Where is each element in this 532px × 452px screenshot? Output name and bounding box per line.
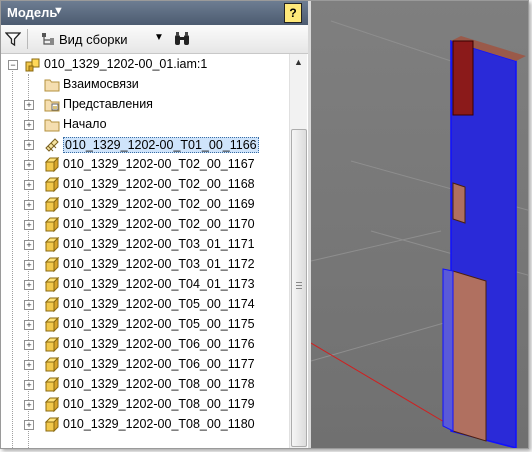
- expand-icon[interactable]: +: [24, 240, 34, 250]
- binoculars-icon[interactable]: [173, 31, 191, 47]
- expand-icon[interactable]: +: [24, 280, 34, 290]
- expand-icon[interactable]: +: [24, 100, 34, 110]
- tree-item-label: 010_1329_1202-00_T01_00_1166: [63, 137, 259, 153]
- part-icon: [44, 237, 60, 253]
- scroll-grip: [296, 285, 302, 286]
- panel-title-bar[interactable]: Модель ▼ ?: [1, 1, 308, 25]
- part-icon: [44, 217, 60, 233]
- window-frame: Модель ▼ ? Вид сборки ▼ − 010_1329_1202-…: [0, 0, 529, 449]
- expand-icon[interactable]: +: [24, 380, 34, 390]
- tree-item-label: 010_1329_1202-00_T02_00_1168: [63, 177, 255, 191]
- assembly-view-icon: [42, 33, 54, 45]
- tree-item-part[interactable]: +010_1329_1202-00_T08_00_1179: [1, 395, 289, 415]
- tree-item-label: 010_1329_1202-00_T02_00_1169: [63, 197, 255, 211]
- tree-item-label: Начало: [63, 117, 107, 131]
- assembly-icon: [25, 58, 40, 72]
- tree-item-label: 010_1329_1202-00_T06_00_1176: [63, 337, 255, 351]
- assembly-view-button[interactable]: Вид сборки: [41, 30, 128, 48]
- tree-item-label: 010_1329_1202-00_T03_01_1171: [63, 237, 255, 251]
- tree-item-label: 010_1329_1202-00_T02_00_1170: [63, 217, 255, 231]
- tree-item-label: 010_1329_1202-00_T08_00_1180: [63, 417, 255, 431]
- toolbar-separator: [27, 29, 28, 49]
- part-icon: [44, 177, 60, 193]
- tree-item-part[interactable]: +010_1329_1202-00_T05_00_1174: [1, 295, 289, 315]
- expand-icon[interactable]: +: [24, 420, 34, 430]
- expand-icon[interactable]: +: [24, 200, 34, 210]
- tree-item-part[interactable]: +010_1329_1202-00_T06_00_1176: [1, 335, 289, 355]
- tree-item-part[interactable]: +010_1329_1202-00_T03_01_1172: [1, 255, 289, 275]
- expand-icon[interactable]: +: [24, 400, 34, 410]
- part-icon: [44, 337, 60, 353]
- scroll-thumb[interactable]: [291, 129, 307, 447]
- tree-item-part[interactable]: +010_1329_1202-00_T01_00_1166: [1, 135, 289, 155]
- collapse-icon[interactable]: −: [8, 60, 18, 70]
- tree-item-label: Взаимосвязи: [63, 77, 139, 91]
- tree-item-label: 010_1329_1202-00_T08_00_1179: [63, 397, 255, 411]
- expand-icon[interactable]: +: [24, 140, 34, 150]
- scroll-up-icon[interactable]: ▲: [294, 57, 303, 67]
- tree-root[interactable]: − 010_1329_1202-00_01.iam:1: [1, 55, 289, 75]
- tree-item-label: 010_1329_1202-00_T04_01_1173: [63, 277, 255, 291]
- view-label: Вид сборки: [59, 31, 128, 47]
- part-icon: [44, 377, 60, 393]
- title-dropdown-icon[interactable]: ▼: [53, 5, 64, 17]
- part-edit-icon: [45, 138, 59, 152]
- part-icon: [44, 397, 60, 413]
- tree-item-representations[interactable]: + Представления: [1, 95, 289, 115]
- expand-icon[interactable]: +: [24, 300, 34, 310]
- tree-item-label: 010_1329_1202-00_T02_00_1167: [63, 157, 255, 171]
- tree-item-relationships[interactable]: Взаимосвязи: [1, 75, 289, 95]
- part-icon: [44, 277, 60, 293]
- folder-icon: [44, 79, 60, 92]
- part-icon: [44, 197, 60, 213]
- part-icon: [44, 257, 60, 273]
- tree-item-part[interactable]: +010_1329_1202-00_T02_00_1167: [1, 155, 289, 175]
- tree-item-label: 010_1329_1202-00_T05_00_1175: [63, 317, 255, 331]
- model-browser-panel: Модель ▼ ? Вид сборки ▼ − 010_1329_1202-…: [1, 1, 308, 448]
- tree-item-part[interactable]: +010_1329_1202-00_T06_00_1177: [1, 355, 289, 375]
- part-icon: [44, 417, 60, 433]
- tree-item-part[interactable]: +010_1329_1202-00_T05_00_1175: [1, 315, 289, 335]
- folder-icon: [44, 119, 60, 132]
- expand-icon[interactable]: +: [24, 320, 34, 330]
- tree-item-part[interactable]: +010_1329_1202-00_T08_00_1178: [1, 375, 289, 395]
- tree-item-label: 010_1329_1202-00_T08_00_1178: [63, 377, 255, 391]
- folder-icon: [44, 99, 60, 112]
- expand-icon[interactable]: +: [24, 220, 34, 230]
- scroll-grip: [296, 288, 302, 289]
- expand-icon[interactable]: +: [24, 180, 34, 190]
- tree-item-part[interactable]: +010_1329_1202-00_T02_00_1170: [1, 215, 289, 235]
- part-icon: [44, 297, 60, 313]
- filter-icon[interactable]: [5, 31, 21, 47]
- model-tree: − 010_1329_1202-00_01.iam:1 Взаимосвязи …: [1, 54, 289, 448]
- panel-title[interactable]: Модель: [7, 5, 57, 20]
- tree-item-part[interactable]: +010_1329_1202-00_T04_01_1173: [1, 275, 289, 295]
- tree-item-label: Представления: [63, 97, 153, 111]
- tree-root-label: 010_1329_1202-00_01.iam:1: [44, 57, 208, 71]
- 3d-viewport[interactable]: [308, 1, 528, 448]
- expand-icon[interactable]: +: [24, 120, 34, 130]
- model-graphic: [310, 20, 528, 448]
- tree-item-part[interactable]: +010_1329_1202-00_T02_00_1168: [1, 175, 289, 195]
- scroll-grip: [296, 282, 302, 283]
- tree-item-label: 010_1329_1202-00_T03_01_1172: [63, 257, 255, 271]
- part-icon: [44, 317, 60, 333]
- tree-scrollbar[interactable]: ▲: [289, 54, 307, 448]
- tree-item-origin[interactable]: + Начало: [1, 115, 289, 135]
- tree-item-part[interactable]: +010_1329_1202-00_T02_00_1169: [1, 195, 289, 215]
- browser-toolbar: Вид сборки ▼: [1, 25, 308, 54]
- expand-icon[interactable]: +: [24, 340, 34, 350]
- tree-item-label: 010_1329_1202-00_T05_00_1174: [63, 297, 255, 311]
- help-button[interactable]: ?: [284, 3, 302, 23]
- expand-icon[interactable]: +: [24, 260, 34, 270]
- expand-icon[interactable]: +: [24, 360, 34, 370]
- expand-icon[interactable]: +: [24, 160, 34, 170]
- tree-item-label: 010_1329_1202-00_T06_00_1177: [63, 357, 255, 371]
- tree-item-part[interactable]: +010_1329_1202-00_T03_01_1171: [1, 235, 289, 255]
- part-icon: [44, 157, 60, 173]
- tree-item-part[interactable]: +010_1329_1202-00_T08_00_1180: [1, 415, 289, 435]
- part-icon: [44, 357, 60, 373]
- chevron-down-icon[interactable]: ▼: [154, 32, 164, 43]
